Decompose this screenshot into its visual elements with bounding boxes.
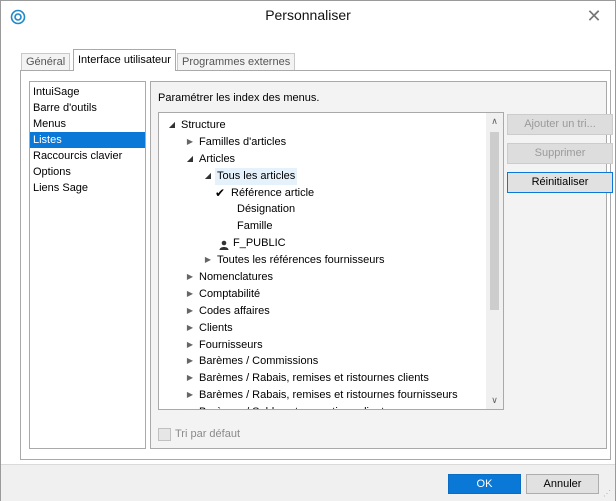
tree-node[interactable]: Désignation	[159, 201, 485, 218]
panel-heading: Paramétrer les index des menus.	[158, 92, 320, 104]
collapsed-arrow-icon[interactable]: ▶	[185, 269, 195, 286]
scroll-down-icon[interactable]: ∨	[486, 392, 503, 409]
tree-node-label: Clients	[199, 321, 233, 334]
sidebar-item-raccourcis-clavier[interactable]: Raccourcis clavier	[30, 148, 145, 164]
tree-node-label: Structure	[181, 119, 226, 131]
tree-node[interactable]: ✔ Référence article	[159, 185, 485, 202]
tree-node-label: Nomenclatures	[199, 271, 273, 284]
tree-node[interactable]: ▶ Barèmes / Rabais, remises et ristournes…	[159, 387, 485, 404]
tree-node-label: Famille	[237, 220, 273, 233]
tree-node[interactable]: ▶ Codes affaires	[159, 303, 485, 320]
tree-node[interactable]: ▶ Familles d'articles	[159, 134, 485, 151]
sidebar-item-intuisage[interactable]: IntuiSage	[30, 84, 145, 100]
collapsed-arrow-icon[interactable]: ▶	[185, 387, 195, 404]
delete-button[interactable]: Supprimer	[507, 143, 613, 164]
default-sort-checkbox[interactable]	[158, 428, 171, 441]
check-icon: ✔	[215, 185, 226, 200]
tab-general[interactable]: Général	[21, 53, 71, 71]
resize-grip-icon[interactable]: ⋰	[603, 489, 611, 498]
close-icon[interactable]: ✕	[581, 5, 607, 27]
ok-button[interactable]: OK	[448, 474, 521, 494]
collapsed-arrow-icon[interactable]: ▶	[203, 252, 213, 269]
tree-node[interactable]: ▶ Comptabilité	[159, 286, 485, 303]
tree-node-label: Barèmes / Commissions	[199, 355, 319, 368]
tree-node-label: Fournisseurs	[199, 338, 263, 351]
tab-panel: IntuiSage Barre d'outils Menus Listes Ra…	[20, 70, 613, 460]
tree-node[interactable]: ▶ Fournisseurs	[159, 337, 485, 354]
sidebar-item-menus[interactable]: Menus	[30, 116, 145, 132]
add-sort-button[interactable]: Ajouter un tri...	[507, 114, 613, 135]
expanded-arrow-icon[interactable]: ◢	[185, 151, 195, 168]
personnaliser-dialog: Personnaliser ✕ Général Interface utilis…	[0, 0, 616, 501]
tree-node[interactable]: ▶ Clients	[159, 320, 485, 337]
tree-node-label: Comptabilité	[199, 287, 261, 300]
default-sort-label: Tri par défaut	[175, 428, 241, 440]
tree-node[interactable]: ▶ Barèmes / Commissions	[159, 353, 485, 370]
scroll-up-icon[interactable]: ∧	[486, 113, 503, 130]
tree-node-label: Référence article	[231, 186, 315, 199]
collapsed-arrow-icon[interactable]: ▶	[185, 370, 195, 387]
title-bar: Personnaliser ✕	[1, 1, 615, 32]
collapsed-arrow-icon[interactable]: ▶	[185, 337, 195, 354]
tree-node-label: Articles	[199, 152, 236, 165]
user-icon	[219, 239, 229, 251]
collapsed-arrow-icon[interactable]: ▶	[185, 353, 195, 370]
tree-node[interactable]: ▶ Barèmes / Rabais, remises et ristournes…	[159, 370, 485, 387]
sidebar-item-options[interactable]: Options	[30, 164, 145, 180]
collapsed-arrow-icon[interactable]: ▶	[185, 134, 195, 151]
cancel-button[interactable]: Annuler	[526, 474, 599, 494]
tree-node-label: Toutes les références fournisseurs	[217, 254, 385, 267]
sidebar-item-liens-sage[interactable]: Liens Sage	[30, 180, 145, 196]
collapsed-arrow-icon[interactable]: ▶	[185, 286, 195, 303]
tree-node[interactable]: F_PUBLIC	[159, 235, 485, 252]
tree-node[interactable]: ▶ Barèmes / Soldes et promotions clients	[159, 404, 485, 409]
menu-index-tree[interactable]: ◢ Structure ▶ Familles d'articles ◢ Articles ◢…	[158, 112, 504, 410]
expanded-arrow-icon[interactable]: ◢	[167, 117, 177, 134]
tree-node[interactable]: Famille	[159, 218, 485, 235]
tree-node-label: Barèmes / Rabais, remises et ristournes …	[199, 372, 429, 385]
category-list: IntuiSage Barre d'outils Menus Listes Ra…	[29, 81, 146, 449]
tree-node[interactable]: ▶ Nomenclatures	[159, 269, 485, 286]
sidebar-item-barre-outils[interactable]: Barre d'outils	[30, 100, 145, 116]
tree-node-label: Tous les articles	[215, 167, 298, 185]
tree-node[interactable]: ◢ Articles	[159, 151, 485, 168]
tree-node[interactable]: ◢ Tous les articles	[159, 167, 485, 185]
sidebar-item-listes[interactable]: Listes	[30, 132, 145, 148]
tree-node-label: Codes affaires	[199, 304, 270, 317]
tree-node[interactable]: ◢ Structure	[159, 117, 485, 134]
tab-interface-utilisateur[interactable]: Interface utilisateur	[73, 49, 176, 71]
tab-programmes-externes[interactable]: Programmes externes	[177, 53, 296, 71]
settings-panel: Paramétrer les index des menus. ◢ Structu…	[150, 81, 613, 449]
tree-node-label: Barèmes / Rabais, remises et ristournes …	[199, 389, 458, 402]
tree-node-label: F_PUBLIC	[233, 237, 286, 250]
window-title: Personnaliser	[265, 7, 351, 23]
dialog-footer: OK Annuler ⋰	[1, 464, 615, 501]
collapsed-arrow-icon[interactable]: ▶	[185, 404, 195, 409]
tree-rows: ◢ Structure ▶ Familles d'articles ◢ Articles ◢…	[159, 117, 485, 409]
vertical-scrollbar[interactable]: ∧ ∨	[486, 113, 503, 409]
collapsed-arrow-icon[interactable]: ▶	[185, 303, 195, 320]
tree-node-label: Barèmes / Soldes et promotions clients	[199, 404, 390, 409]
collapsed-arrow-icon[interactable]: ▶	[185, 320, 195, 337]
reset-button[interactable]: Réinitialiser	[507, 172, 613, 193]
tree-node-label: Familles d'articles	[199, 135, 287, 148]
tree-node-label: Désignation	[237, 203, 296, 216]
tree-node[interactable]: ▶ Toutes les références fournisseurs	[159, 252, 485, 269]
scrollbar-thumb[interactable]	[490, 132, 499, 310]
expanded-arrow-icon[interactable]: ◢	[203, 168, 213, 185]
